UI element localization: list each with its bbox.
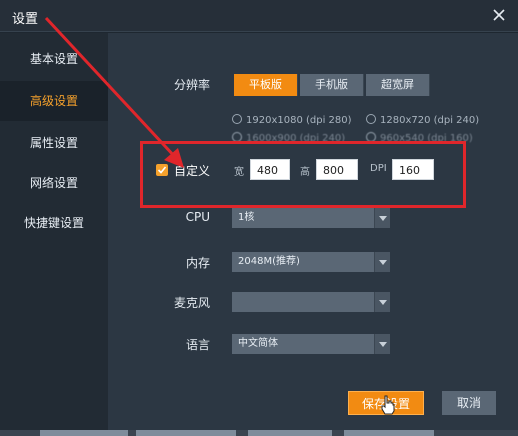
bottom-strip bbox=[0, 430, 518, 436]
radio-icon bbox=[366, 114, 376, 124]
microphone-label: 麦克风 bbox=[173, 296, 210, 310]
memory-label: 内存 bbox=[185, 256, 210, 270]
memory-select[interactable]: 2048M(推荐) bbox=[232, 252, 390, 272]
sidebar-item-network[interactable]: 网络设置 bbox=[0, 163, 108, 203]
height-input[interactable]: 800 bbox=[316, 159, 358, 180]
resolution-option[interactable]: 1920x1080 (dpi 280) bbox=[232, 114, 352, 126]
close-icon[interactable] bbox=[490, 6, 508, 24]
language-label: 语言 bbox=[185, 338, 210, 352]
custom-checkbox[interactable] bbox=[156, 164, 168, 176]
cancel-button[interactable]: 取消 bbox=[442, 391, 496, 415]
width-input[interactable]: 480 bbox=[250, 159, 290, 180]
sidebar-item-basic[interactable]: 基本设置 bbox=[0, 39, 108, 79]
dpi-input[interactable]: 160 bbox=[392, 159, 434, 180]
tab-tablet[interactable]: 平板版 bbox=[234, 74, 298, 96]
sidebar-item-advanced[interactable]: 高级设置 bbox=[0, 81, 108, 121]
radio-icon bbox=[232, 114, 242, 124]
resolution-option[interactable]: 1280x720 (dpi 240) bbox=[366, 114, 479, 126]
window-title: 设置 bbox=[12, 12, 39, 27]
tab-ultrawide[interactable]: 超宽屏 bbox=[366, 74, 430, 96]
width-label: 宽 bbox=[234, 167, 244, 178]
title-bar: 设置 bbox=[0, 0, 518, 32]
dpi-label: DPI bbox=[370, 163, 387, 174]
chevron-down-icon[interactable] bbox=[374, 208, 390, 228]
check-icon bbox=[157, 166, 167, 174]
chevron-down-icon[interactable] bbox=[374, 252, 390, 272]
chevron-down-icon[interactable] bbox=[374, 334, 390, 354]
resolution-label: 分辨率 bbox=[173, 78, 210, 92]
height-label: 高 bbox=[300, 167, 310, 178]
cpu-select[interactable]: 1核 bbox=[232, 208, 390, 228]
hand-cursor-icon bbox=[381, 395, 395, 415]
strip-segment bbox=[344, 430, 434, 436]
chevron-down-icon[interactable] bbox=[374, 292, 390, 312]
strip-segment bbox=[136, 430, 236, 436]
custom-label: 自定义 bbox=[174, 164, 211, 178]
settings-sidebar: 基本设置 高级设置 属性设置 网络设置 快捷键设置 bbox=[0, 33, 108, 436]
tab-phone[interactable]: 手机版 bbox=[300, 74, 364, 96]
microphone-select[interactable] bbox=[232, 292, 390, 312]
cpu-label: CPU bbox=[185, 210, 210, 224]
strip-segment bbox=[248, 430, 332, 436]
sidebar-item-shortcuts[interactable]: 快捷键设置 bbox=[0, 203, 108, 243]
sidebar-item-properties[interactable]: 属性设置 bbox=[0, 123, 108, 163]
strip-segment bbox=[40, 430, 128, 436]
language-select[interactable]: 中文简体 bbox=[232, 334, 390, 354]
